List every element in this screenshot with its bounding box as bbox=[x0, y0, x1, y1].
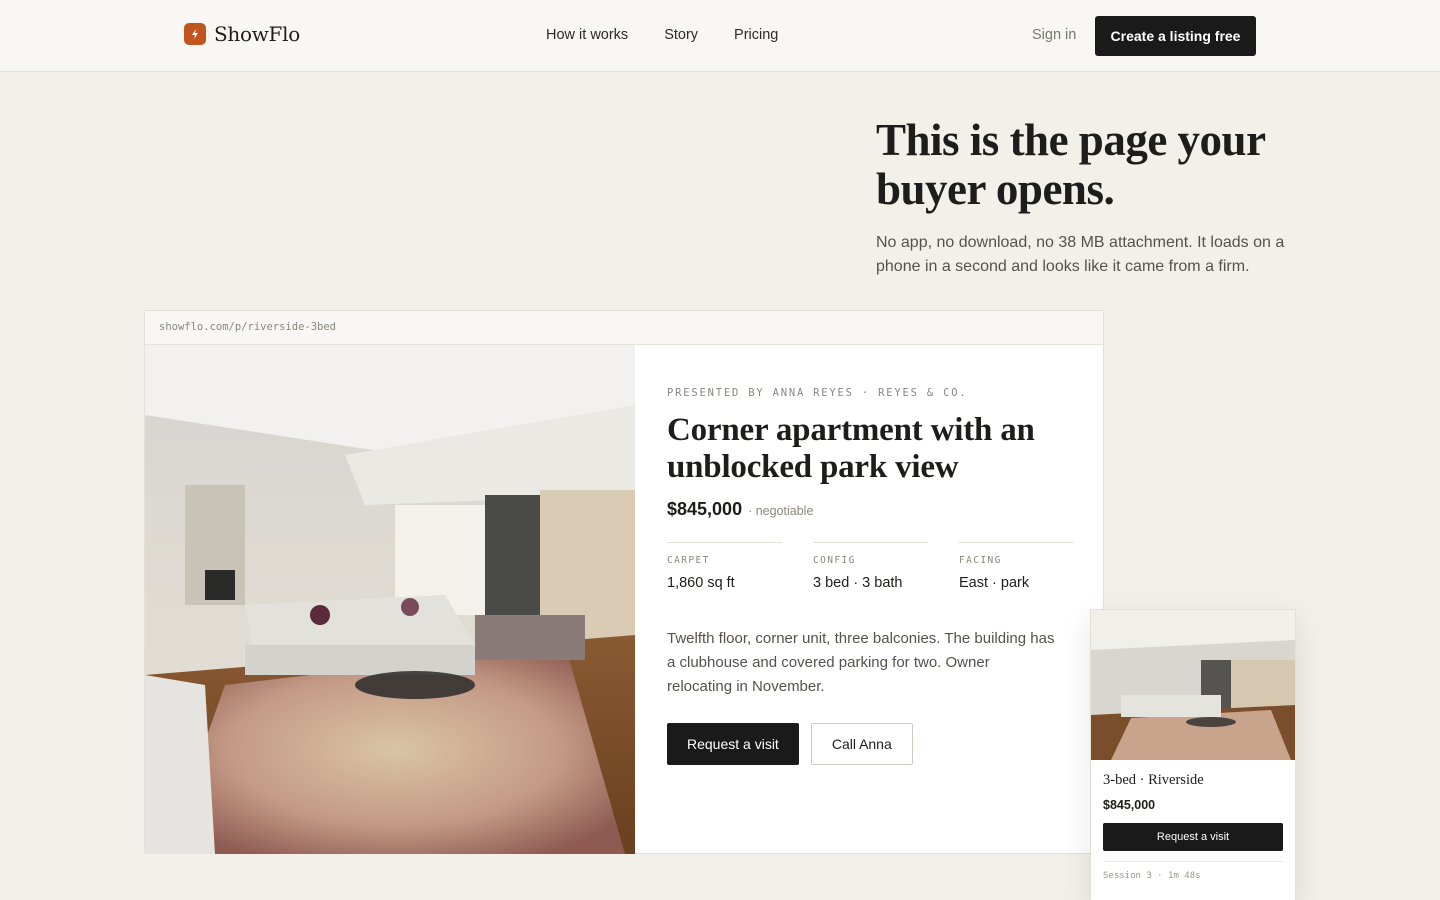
spec-value: 3 bed · 3 bath bbox=[813, 575, 903, 591]
price-row: $845,000 · negotiable bbox=[667, 499, 1077, 520]
phone-request-visit-button[interactable]: Request a visit bbox=[1103, 823, 1283, 851]
spec-carpet: CARPET 1,860 sq ft bbox=[667, 542, 782, 591]
spec-config: CONFIG 3 bed · 3 bath bbox=[813, 542, 928, 591]
listing-description: Twelfth floor, corner unit, three balcon… bbox=[667, 630, 1055, 695]
phone-listing-title: 3-bed · Riverside bbox=[1103, 772, 1204, 788]
phone-body: 3-bed · Riverside $845,000 Request a vis… bbox=[1091, 760, 1295, 881]
listing-photo bbox=[145, 345, 635, 854]
nav-links: How it works Story Pricing bbox=[546, 27, 778, 43]
call-agent-button[interactable]: Call Anna bbox=[810, 723, 913, 765]
listing-title: Corner apartment with an unblocked park … bbox=[667, 412, 1035, 485]
spec-label: FACING bbox=[959, 555, 1002, 566]
listing-preview-card: showflo.com/p/riverside-3bed PRESENTED B… bbox=[144, 310, 1104, 854]
presented-by: PRESENTED BY ANNA REYES · REYES & CO. bbox=[667, 387, 968, 399]
request-visit-button[interactable]: Request a visit bbox=[667, 723, 799, 765]
nav-link-how-it-works[interactable]: How it works bbox=[546, 27, 628, 43]
phone-preview-card: 3-bed · Riverside $845,000 Request a vis… bbox=[1090, 609, 1296, 900]
nav-link-story[interactable]: Story bbox=[664, 27, 698, 43]
session-info: Session 3 · 1m 48s bbox=[1103, 861, 1283, 881]
brand-name: ShowFlo bbox=[214, 22, 300, 46]
listing-actions: Request a visit Call Anna bbox=[667, 723, 1077, 765]
bolt-icon bbox=[184, 23, 206, 45]
phone-listing-photo bbox=[1091, 610, 1295, 760]
sign-in-link[interactable]: Sign in bbox=[1032, 27, 1076, 43]
spec-facing: FACING East · park bbox=[959, 542, 1074, 591]
listing-details: PRESENTED BY ANNA REYES · REYES & CO. Co… bbox=[667, 387, 1077, 765]
hero-title: This is the page your buyer opens. bbox=[876, 115, 1265, 214]
phone-listing-price: $845,000 bbox=[1103, 798, 1156, 812]
nav-link-pricing[interactable]: Pricing bbox=[734, 27, 778, 43]
brand-logo-link[interactable]: ShowFlo bbox=[184, 22, 300, 46]
spec-value: 1,860 sq ft bbox=[667, 575, 735, 591]
listing-price: $845,000 bbox=[667, 499, 743, 519]
spec-list: CARPET 1,860 sq ft CONFIG 3 bed · 3 bath… bbox=[667, 542, 1077, 591]
url-bar: showflo.com/p/riverside-3bed bbox=[145, 311, 1103, 345]
spec-value: East · park bbox=[959, 575, 1030, 591]
spec-label: CARPET bbox=[667, 555, 710, 566]
hero-subtitle: No app, no download, no 38 MB attachment… bbox=[876, 234, 1285, 275]
top-nav: ShowFlo How it works Story Pricing Sign … bbox=[0, 0, 1440, 72]
spec-label: CONFIG bbox=[813, 555, 856, 566]
price-note: · negotiable bbox=[748, 504, 814, 518]
create-listing-button[interactable]: Create a listing free bbox=[1095, 16, 1256, 56]
